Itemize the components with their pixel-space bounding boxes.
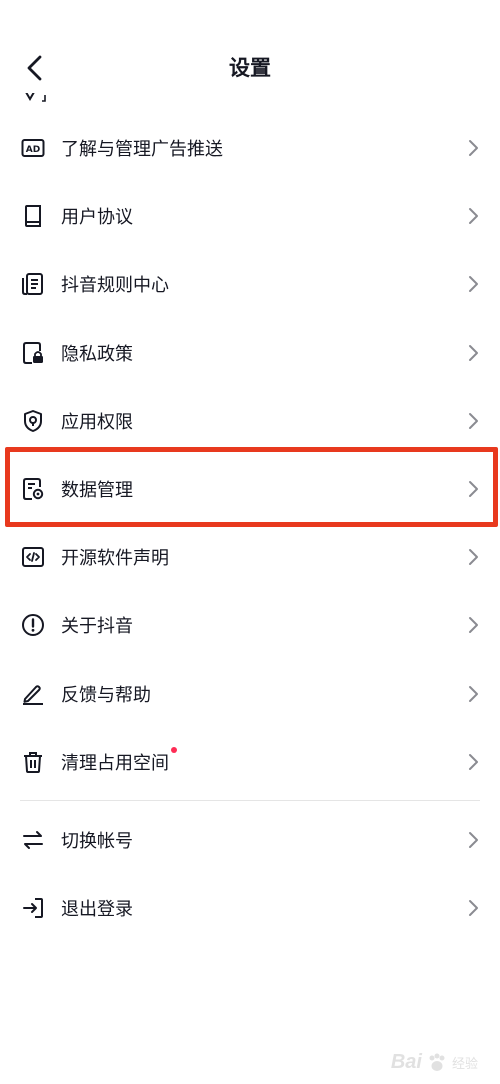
shield-icon (20, 408, 46, 434)
menu-item-user-agreement[interactable]: 用户协议 (0, 182, 500, 250)
menu-item-feedback[interactable]: 反馈与帮助 (0, 660, 500, 728)
chevron-right-icon (469, 481, 478, 498)
menu-item-about[interactable]: 关于抖音 (0, 591, 500, 659)
menu-item-label: 抖音规则中心 (61, 275, 169, 297)
chevron-right-icon (469, 276, 478, 293)
chevron-right-icon (469, 412, 478, 429)
document-lock-icon (20, 340, 46, 366)
svg-text:AD: AD (26, 145, 40, 155)
menu-item-data-management[interactable]: 数据管理 (0, 455, 500, 523)
menu-item-label: 用户协议 (61, 207, 133, 229)
menu-item-label: 关于抖音 (61, 616, 133, 638)
page-title: 设置 (229, 56, 271, 80)
menu-item-label-text: 清理占用空间 (61, 752, 169, 774)
chevron-right-icon (469, 753, 478, 770)
menu-item-rules-center[interactable]: 抖音规则中心 (0, 250, 500, 318)
menu-item-label: 应用权限 (61, 411, 133, 433)
swap-icon (20, 827, 46, 853)
info-icon (20, 612, 46, 638)
menu-item-label: 了解与管理广告推送 (61, 139, 223, 161)
chevron-right-icon (469, 832, 478, 849)
chevron-right-icon (469, 140, 478, 157)
menu-item-open-source[interactable]: 开源软件声明 (0, 523, 500, 591)
chevron-right-icon (469, 344, 478, 361)
chevron-right-icon (469, 685, 478, 702)
chevron-right-icon (469, 900, 478, 917)
notification-dot (171, 746, 177, 753)
account-list: 切换帐号 退出登录 (0, 806, 500, 942)
chevron-right-icon (469, 617, 478, 634)
menu-item-label: 反馈与帮助 (61, 684, 151, 706)
menu-item-logout[interactable]: 退出登录 (0, 874, 500, 942)
menu-item-privacy-policy[interactable]: 隐私政策 (0, 319, 500, 387)
menu-item-label: 清理占用空间 (61, 746, 177, 775)
watermark-sub-text: 经验 (451, 1057, 478, 1072)
header-bar: 设置 (0, 0, 500, 102)
chevron-right-icon (469, 549, 478, 566)
menu-item-label: 切换帐号 (61, 831, 133, 853)
ad-icon: AD (20, 135, 46, 161)
paw-icon (429, 1053, 445, 1071)
section-divider (20, 800, 480, 801)
watermark-logo-text: Bai (390, 1051, 422, 1073)
watermark: Bai 经验 (391, 1051, 478, 1074)
menu-item-switch-account[interactable]: 切换帐号 (0, 806, 500, 874)
trash-icon (20, 749, 46, 775)
book-icon (20, 203, 46, 229)
menu-item-clear-storage[interactable]: 清理占用空间 (0, 728, 500, 796)
menu-item-label: 数据管理 (61, 480, 133, 502)
menu-item-ad-management[interactable]: AD 了解与管理广告推送 (0, 114, 500, 182)
menu-item-label: 隐私政策 (61, 343, 133, 365)
logout-icon (20, 895, 46, 921)
menu-item-label: 退出登录 (61, 899, 133, 921)
settings-list: AD 了解与管理广告推送 用户协议 抖音规则中心 隐私政策 应用权限 数据管理 … (0, 114, 500, 796)
partial-scrolled-item (20, 92, 50, 106)
pen-icon (20, 681, 46, 707)
code-icon (20, 544, 46, 570)
menu-item-label: 开源软件声明 (61, 548, 169, 570)
chevron-right-icon (469, 208, 478, 225)
document-gear-icon (20, 476, 46, 502)
menu-item-app-permissions[interactable]: 应用权限 (0, 387, 500, 455)
document-list-icon (20, 271, 46, 297)
